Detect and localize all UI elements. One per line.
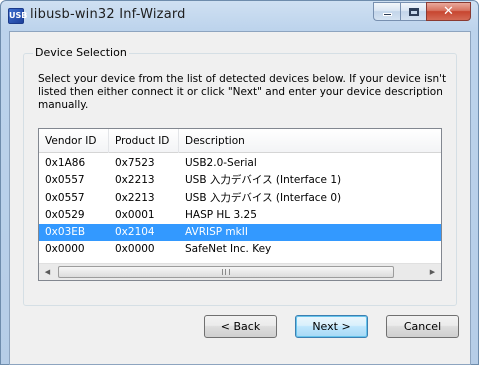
description-cell: HASP HL 3.25 [185, 208, 257, 221]
description-cell: USB2.0-Serial [185, 157, 257, 169]
product-id-cell: 0x2104 [115, 226, 155, 239]
minimize-icon [382, 13, 392, 16]
caption-buttons: ✕ [373, 2, 471, 22]
vendor-id-cell: 0x1A86 [45, 157, 86, 169]
list-row[interactable]: 0x0529 0x0001 HASP HL 3.25 [39, 207, 441, 224]
vendor-id-cell: 0x0557 [45, 174, 85, 187]
vendor-id-cell: 0x03EB [45, 226, 86, 239]
list-row[interactable]: 0x0557 0x2213 USB 入力デバイス (Interface 1) [39, 172, 441, 189]
vendor-id-cell: 0x0000 [45, 243, 85, 256]
product-id-cell: 0x2213 [115, 174, 155, 187]
product-id-cell: 0x0000 [115, 243, 155, 256]
scrollbar-track[interactable] [56, 264, 424, 280]
list-row[interactable]: 0x0000 0x0000 SafeNet Inc. Key [39, 241, 441, 258]
list-row[interactable]: 0x0557 0x2213 USB 入力デバイス (Interface 0) [39, 190, 441, 207]
list-row-selected[interactable]: 0x03EB 0x2104 AVRISP mkII [39, 224, 441, 242]
list-row[interactable]: 0x1A86 0x7523 USB2.0-Serial [39, 155, 441, 172]
back-button[interactable]: < Back [204, 315, 277, 338]
scrollbar-thumb[interactable] [58, 266, 394, 278]
product-id-cell: 0x2213 [115, 191, 155, 204]
maximize-icon [408, 7, 419, 16]
minimize-button[interactable] [373, 2, 400, 21]
wizard-window: USB libusb-win32 Inf-Wizard ✕ Device Sel… [0, 0, 479, 365]
column-header-vendor-id[interactable]: Vendor ID [39, 129, 109, 153]
group-label: Device Selection [33, 46, 129, 59]
vendor-id-cell: 0x0529 [45, 208, 85, 221]
description-cell: USB 入力デバイス (Interface 1) [185, 174, 342, 187]
window-title: libusb-win32 Inf-Wizard [30, 7, 186, 22]
scroll-right-button[interactable]: ▶ [424, 264, 441, 280]
close-button[interactable]: ✕ [426, 2, 471, 21]
cancel-button[interactable]: Cancel [386, 315, 459, 338]
dialog-client-area: Device Selection Select your device from… [9, 31, 471, 365]
maximize-button[interactable] [400, 2, 426, 21]
grip-icon [222, 269, 230, 275]
close-icon: ✕ [443, 4, 454, 19]
description-cell: USB 入力デバイス (Interface 0) [185, 191, 342, 204]
description-cell: SafeNet Inc. Key [185, 243, 272, 256]
device-list[interactable]: Vendor ID Product ID Description 0x1A86 … [38, 128, 442, 281]
description-cell: AVRISP mkII [185, 226, 248, 239]
next-button[interactable]: Next > [295, 315, 368, 338]
list-rows: 0x1A86 0x7523 USB2.0-Serial 0x0557 0x221… [39, 155, 441, 259]
list-header: Vendor ID Product ID Description [39, 129, 441, 153]
column-header-description[interactable]: Description [179, 129, 441, 153]
column-header-product-id[interactable]: Product ID [109, 129, 179, 153]
horizontal-scrollbar[interactable]: ◀ ▶ [39, 263, 441, 280]
libusb-app-icon[interactable]: USB [8, 8, 27, 24]
product-id-cell: 0x0001 [115, 208, 155, 221]
instructions-text: Select your device from the list of dete… [38, 73, 447, 111]
triangle-left-icon: ◀ [44, 268, 51, 276]
scroll-left-button[interactable]: ◀ [39, 264, 56, 280]
product-id-cell: 0x7523 [115, 157, 155, 169]
vendor-id-cell: 0x0557 [45, 191, 85, 204]
title-bar[interactable]: USB libusb-win32 Inf-Wizard ✕ [1, 1, 478, 31]
triangle-right-icon: ▶ [429, 268, 436, 276]
